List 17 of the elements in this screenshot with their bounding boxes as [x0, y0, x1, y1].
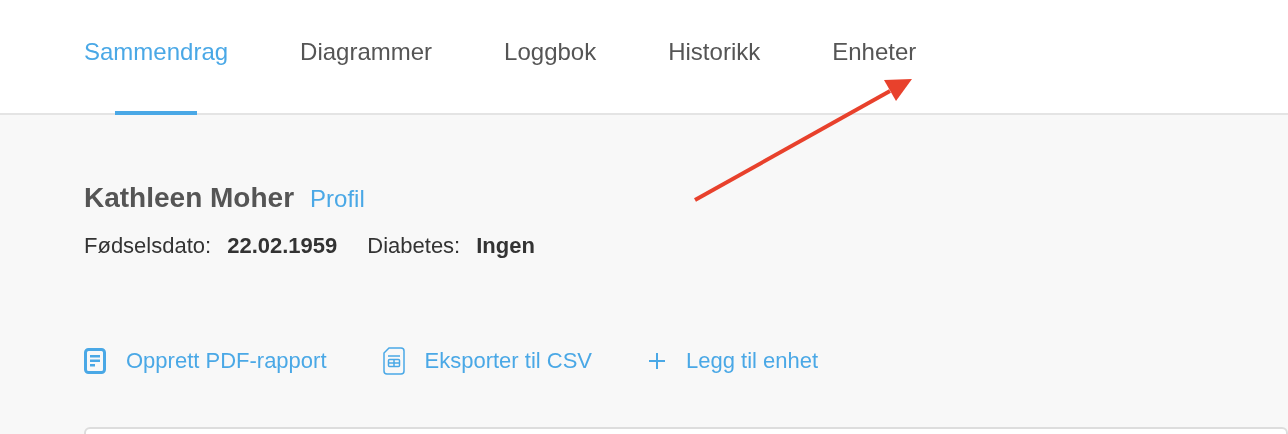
tab[interactable]: Sammendrag — [84, 0, 229, 113]
spreadsheet-file-icon — [382, 346, 405, 375]
field-value: 22.02.1959 — [227, 232, 338, 260]
action-link[interactable]: Eksporter til CSV — [382, 344, 592, 377]
field-label: Fødselsdato: — [84, 232, 212, 260]
profile-link[interactable]: Profil — [310, 181, 365, 217]
field-label: Diabetes: — [367, 232, 461, 260]
tab[interactable]: Enheter — [832, 0, 917, 113]
action-link[interactable]: Legg til enhet — [648, 344, 819, 377]
tab[interactable]: Diagrammer — [300, 0, 433, 113]
tab[interactable]: Historikk — [668, 0, 761, 113]
field-value: Ingen — [476, 232, 535, 260]
plus-icon — [648, 351, 666, 370]
document-icon — [84, 347, 106, 374]
patient-name: Kathleen Moher — [84, 181, 295, 215]
action-link[interactable]: Opprett PDF-rapport — [84, 344, 327, 377]
tab[interactable]: Loggbok — [504, 0, 597, 113]
